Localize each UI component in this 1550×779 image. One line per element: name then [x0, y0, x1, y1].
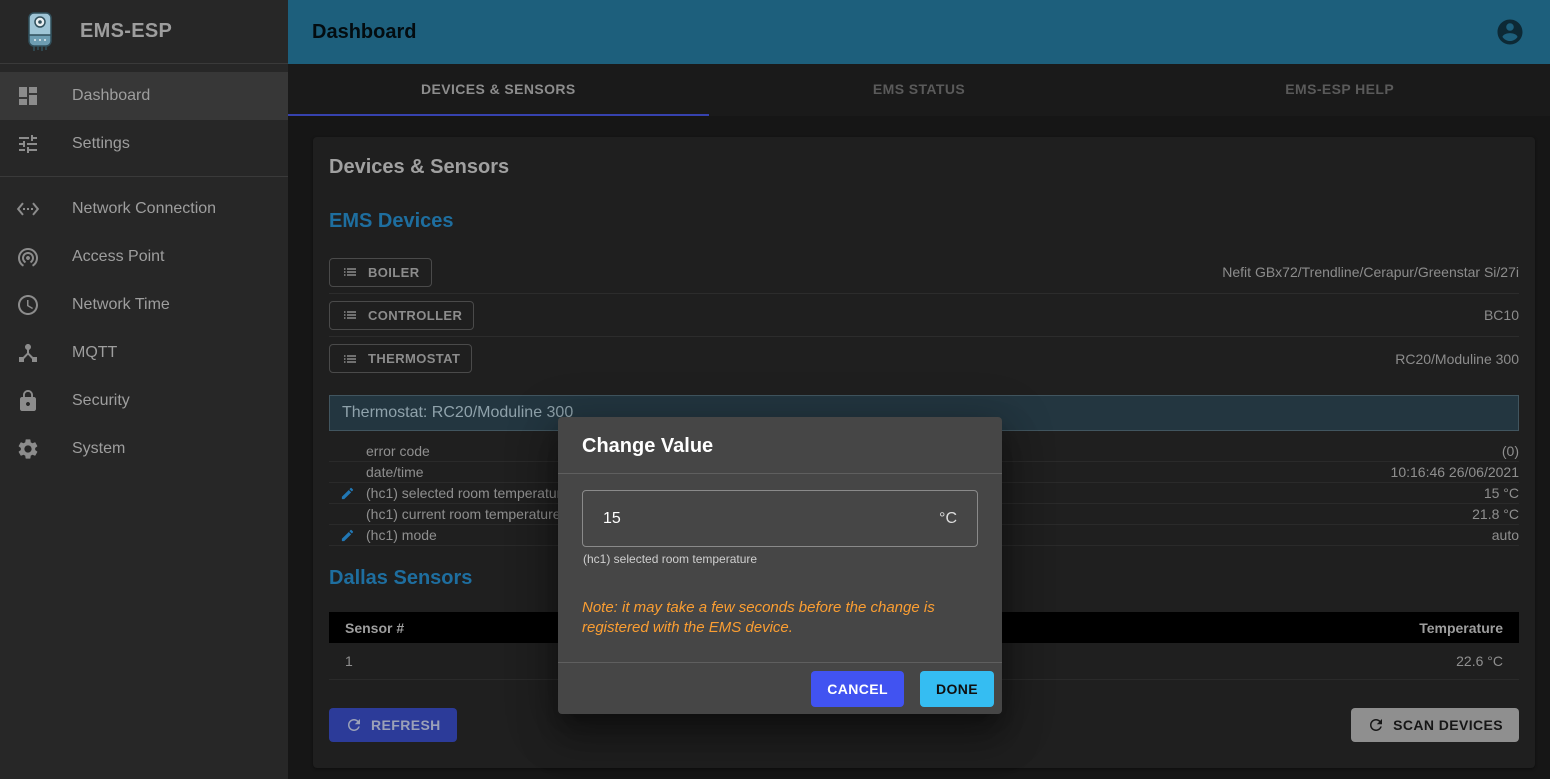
- controller-button[interactable]: CONTROLLER: [329, 301, 474, 330]
- sidebar-item-label: System: [72, 440, 125, 458]
- detail-value: (0): [1502, 443, 1519, 459]
- edit-slot: [329, 486, 366, 501]
- change-value-dialog: Change Value °C (hc1) selected room temp…: [558, 417, 1002, 714]
- refresh-button-label: REFRESH: [371, 717, 441, 733]
- dialog-actions: CANCEL DONE: [558, 662, 1002, 714]
- thermostat-button[interactable]: THERMOSTAT: [329, 344, 472, 373]
- sensor-number: 1: [345, 653, 353, 669]
- column-temperature: Temperature: [1419, 620, 1503, 636]
- lock-icon: [16, 389, 72, 413]
- sidebar-item-access-point[interactable]: Access Point: [0, 233, 288, 281]
- sidebar-divider: [0, 176, 288, 177]
- tab-devices-sensors[interactable]: DEVICES & SENSORS: [288, 64, 709, 116]
- app-header: Dashboard: [288, 0, 1550, 64]
- detail-value: 10:16:46 26/06/2021: [1391, 464, 1519, 480]
- sidebar-item-label: Security: [72, 392, 130, 410]
- sidebar-item-security[interactable]: Security: [0, 377, 288, 425]
- tab-ems-esp-help[interactable]: EMS-ESP HELP: [1129, 64, 1550, 116]
- settings-sliders-icon: [16, 132, 72, 156]
- done-button[interactable]: DONE: [920, 671, 994, 707]
- ems-devices-heading: EMS Devices: [329, 207, 1519, 235]
- account-button[interactable]: [1494, 16, 1526, 48]
- dialog-note: Note: it may take a few seconds before t…: [582, 598, 950, 638]
- sidebar-item-network-time[interactable]: Network Time: [0, 281, 288, 329]
- sidebar-item-network-connection[interactable]: Network Connection: [0, 185, 288, 233]
- dialog-content: °C (hc1) selected room temperature Note:…: [558, 474, 1002, 662]
- device-row-boiler: BOILER Nefit GBx72/Trendline/Cerapur/Gre…: [329, 251, 1519, 294]
- edit-pencil-icon[interactable]: [340, 486, 355, 501]
- app-logo: EMS-ESP: [0, 0, 288, 64]
- device-model: Nefit GBx72/Trendline/Cerapur/Greenstar …: [1222, 264, 1519, 280]
- sidebar-item-mqtt[interactable]: MQTT: [0, 329, 288, 377]
- device-model: RC20/Moduline 300: [1395, 351, 1519, 367]
- gear-icon: [16, 437, 72, 461]
- edit-slot: [329, 528, 366, 543]
- boiler-logo-icon: [22, 11, 58, 53]
- ethernet-icon: [16, 197, 72, 221]
- sidebar-item-settings[interactable]: Settings: [0, 120, 288, 168]
- scan-devices-button-label: SCAN DEVICES: [1393, 717, 1503, 733]
- sidebar-item-label: MQTT: [72, 344, 117, 362]
- edit-pencil-icon[interactable]: [340, 528, 355, 543]
- device-button-label: THERMOSTAT: [368, 351, 460, 366]
- ems-device-list: BOILER Nefit GBx72/Trendline/Cerapur/Gre…: [329, 251, 1519, 380]
- detail-value: auto: [1492, 527, 1519, 543]
- column-sensor: Sensor #: [345, 620, 404, 636]
- sidebar-item-label: Access Point: [72, 248, 164, 266]
- tab-label: DEVICES & SENSORS: [421, 81, 576, 97]
- account-circle-icon: [1495, 17, 1525, 47]
- sidebar-item-dashboard[interactable]: Dashboard: [0, 72, 288, 120]
- page-title: Dashboard: [312, 21, 1494, 44]
- detail-value: 15 °C: [1484, 485, 1519, 501]
- sidebar-item-label: Dashboard: [72, 87, 150, 105]
- wifi-tethering-icon: [16, 245, 72, 269]
- list-icon: [341, 350, 359, 368]
- dashboard-icon: [16, 84, 72, 108]
- sidebar-nav: Dashboard Settings Network Connection Ac…: [0, 64, 288, 473]
- value-field: °C: [582, 490, 978, 547]
- clock-icon: [16, 293, 72, 317]
- list-icon: [341, 263, 359, 281]
- tab-ems-status[interactable]: EMS STATUS: [709, 64, 1130, 116]
- cancel-button[interactable]: CANCEL: [811, 671, 904, 707]
- list-icon: [341, 306, 359, 324]
- device-button-label: BOILER: [368, 265, 420, 280]
- sidebar: EMS-ESP Dashboard Settings Network Conne…: [0, 0, 288, 779]
- refresh-icon: [1367, 716, 1385, 734]
- sidebar-item-label: Network Time: [72, 296, 170, 314]
- device-row-thermostat: THERMOSTAT RC20/Moduline 300: [329, 337, 1519, 380]
- card-title: Devices & Sensors: [329, 153, 1519, 181]
- tab-label: EMS STATUS: [873, 81, 965, 97]
- device-hub-icon: [16, 341, 72, 365]
- sidebar-item-system[interactable]: System: [0, 425, 288, 473]
- device-model: BC10: [1484, 307, 1519, 323]
- refresh-button[interactable]: REFRESH: [329, 708, 457, 742]
- tab-bar: DEVICES & SENSORS EMS STATUS EMS-ESP HEL…: [288, 64, 1550, 116]
- boiler-button[interactable]: BOILER: [329, 258, 432, 287]
- device-row-controller: CONTROLLER BC10: [329, 294, 1519, 337]
- sensor-temperature: 22.6 °C: [1456, 653, 1503, 669]
- refresh-icon: [345, 716, 363, 734]
- unit-suffix: °C: [939, 510, 957, 528]
- app-title: EMS-ESP: [80, 20, 172, 43]
- field-helper-text: (hc1) selected room temperature: [583, 552, 978, 566]
- detail-value: 21.8 °C: [1472, 506, 1519, 522]
- device-button-label: CONTROLLER: [368, 308, 462, 323]
- tab-label: EMS-ESP HELP: [1285, 81, 1394, 97]
- dialog-title: Change Value: [558, 417, 1002, 474]
- scan-devices-button[interactable]: SCAN DEVICES: [1351, 708, 1519, 742]
- sidebar-item-label: Settings: [72, 135, 130, 153]
- value-input[interactable]: [603, 510, 939, 528]
- sidebar-item-label: Network Connection: [72, 200, 216, 218]
